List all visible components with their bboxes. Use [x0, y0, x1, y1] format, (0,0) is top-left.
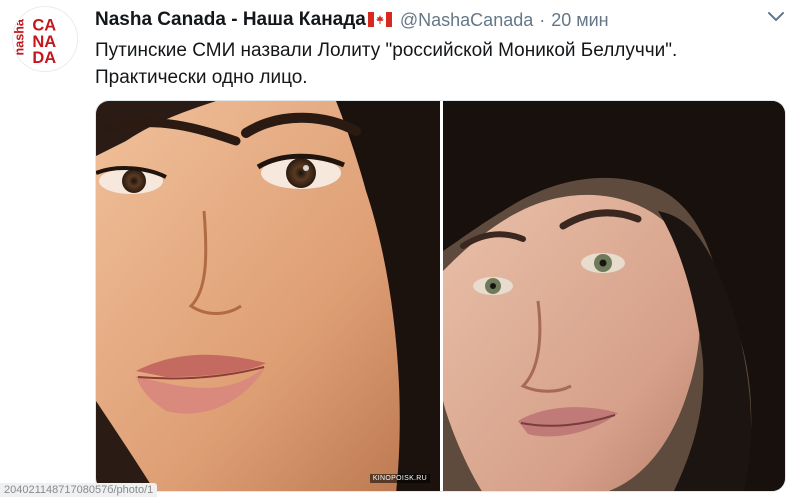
- avatar[interactable]: nasha CA NA DA: [12, 6, 78, 72]
- tweet-text-line-2: Практически одно лицо.: [95, 67, 308, 88]
- user-handle[interactable]: @NashaCanada: [400, 10, 533, 31]
- tweet-text: Путинские СМИ назвали Лолиту "российской…: [95, 37, 785, 91]
- svg-text:NA: NA: [32, 33, 56, 51]
- svg-text:DA: DA: [32, 49, 56, 67]
- canada-flag-icon: [367, 11, 392, 27]
- portrait-right-image: [443, 101, 785, 491]
- svg-text:CA: CA: [32, 16, 56, 34]
- tweet-text-line-1: Путинские СМИ назвали Лолиту "российской…: [95, 40, 678, 61]
- tweet-header: Nasha Canada - Наша Канада @NashaCanada …: [95, 8, 609, 32]
- separator-dot: ·: [539, 9, 546, 30]
- display-name[interactable]: Nasha Canada - Наша Канада: [95, 9, 366, 31]
- photo-watermark: KINOPOISK.RU: [369, 474, 430, 483]
- svg-text:nasha: nasha: [13, 18, 27, 55]
- tweet-timestamp[interactable]: 20 мин: [551, 10, 608, 31]
- tweet: nasha CA NA DA Nasha Canada - Наша Канад…: [0, 0, 798, 497]
- status-bar-url: 20402114871708057б/photo/1: [0, 483, 158, 497]
- nasha-canada-logo: nasha CA NA DA: [13, 7, 77, 71]
- chevron-down-icon[interactable]: [766, 10, 786, 24]
- portrait-left-image: [96, 101, 440, 491]
- photo-right[interactable]: [443, 101, 785, 491]
- tweet-media[interactable]: KINOPOISK.RU: [95, 100, 786, 492]
- photo-left[interactable]: KINOPOISK.RU: [96, 101, 440, 491]
